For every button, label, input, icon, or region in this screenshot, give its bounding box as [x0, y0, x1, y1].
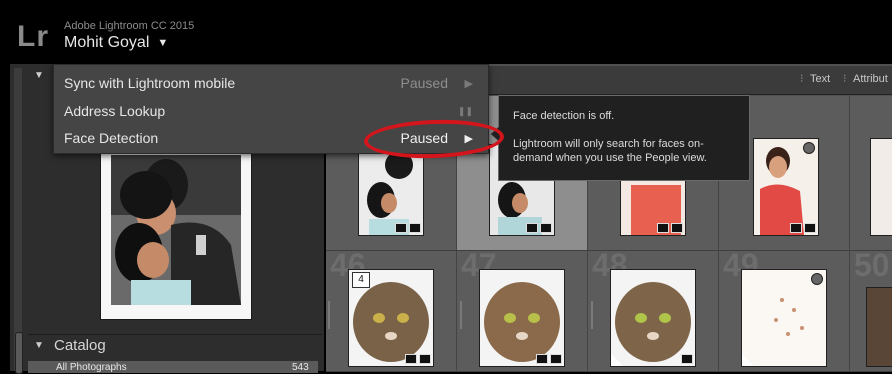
develop-badge-icon[interactable]	[550, 354, 562, 364]
stack-separator	[328, 301, 330, 329]
navigator-preview[interactable]	[100, 146, 252, 320]
collapse-triangle-icon[interactable]: ▼	[34, 340, 44, 351]
grid-cell[interactable]	[850, 96, 892, 251]
tooltip-description: Lightroom will only search for faces on-…	[513, 138, 707, 164]
collection-badge-icon[interactable]	[405, 354, 417, 364]
filter-text-tab[interactable]: Text	[810, 73, 830, 85]
grid-cell[interactable]: 49	[719, 251, 850, 372]
lightroom-logo: Lr	[17, 20, 49, 53]
grid-cell[interactable]: 46 4	[326, 251, 457, 372]
thumbnail-badges[interactable]	[657, 223, 683, 233]
collection-badge-icon[interactable]	[395, 223, 407, 233]
develop-badge-icon[interactable]	[540, 223, 552, 233]
thumbnail-badges[interactable]	[395, 223, 421, 233]
grid-cell[interactable]: 50	[850, 251, 892, 372]
identity-plate	[0, 0, 892, 64]
play-icon[interactable]: ▶	[465, 77, 473, 90]
develop-badge-icon[interactable]	[419, 354, 431, 364]
catalog-row-label: All Photographs	[56, 362, 127, 373]
thumbnail[interactable]	[741, 269, 827, 367]
grid-cell[interactable]: 47	[457, 251, 588, 372]
stack-separator	[591, 301, 593, 329]
menu-item-label: Face Detection	[64, 130, 159, 146]
thumbnail-photo	[611, 270, 695, 366]
cell-number: 50	[854, 251, 890, 283]
filter-separator: ⁝	[843, 73, 847, 85]
pause-icon[interactable]: ❚❚	[458, 106, 473, 117]
filter-attribute-tab[interactable]: Attribut	[853, 73, 888, 85]
thumbnail-badges[interactable]	[790, 223, 816, 233]
collection-badge-icon[interactable]	[657, 223, 669, 233]
catalog-row-count: 543	[292, 362, 309, 373]
thumbnail[interactable]	[620, 174, 686, 236]
virtual-copy-corner-icon	[611, 354, 623, 366]
thumbnail[interactable]	[870, 138, 892, 236]
thumbnail[interactable]: 4	[348, 269, 434, 367]
filter-separator: ⁝	[800, 73, 804, 85]
scrollbar-thumb[interactable]	[15, 332, 23, 374]
grid-cell[interactable]: 48	[588, 251, 719, 372]
develop-badge-icon[interactable]	[671, 223, 683, 233]
thumbnail[interactable]	[479, 269, 565, 367]
thumbnail-photo	[480, 270, 564, 366]
thumbnail-badges[interactable]	[681, 354, 693, 364]
stack-count-badge[interactable]: 4	[352, 272, 370, 288]
virtual-copy-corner-icon	[742, 354, 754, 366]
collection-badge-icon[interactable]	[681, 354, 693, 364]
develop-badge-icon[interactable]	[804, 223, 816, 233]
stack-separator	[460, 301, 462, 329]
thumbnail[interactable]	[610, 269, 696, 367]
collection-badge-icon[interactable]	[790, 223, 802, 233]
color-label-dot[interactable]	[803, 142, 815, 154]
product-name: Adobe Lightroom CC 2015	[64, 20, 195, 32]
preview-photo	[111, 155, 241, 305]
collapse-triangle-icon[interactable]: ▼	[34, 70, 44, 81]
thumbnail-badges[interactable]	[526, 223, 552, 233]
left-panel-scrollbar[interactable]	[14, 68, 23, 374]
menu-item-label: Address Lookup	[64, 103, 166, 119]
thumbnail-badges[interactable]	[405, 354, 431, 364]
thumbnail[interactable]	[866, 287, 892, 367]
face-detection-tooltip: Face detection is off. Lightroom will on…	[490, 95, 750, 181]
develop-badge-icon[interactable]	[409, 223, 421, 233]
thumbnail[interactable]	[753, 138, 819, 236]
user-name-menu[interactable]: Mohit Goyal ▼	[64, 34, 168, 52]
tooltip-line: Face detection is off.	[513, 110, 615, 122]
thumbnail-photo	[359, 145, 423, 235]
catalog-title: Catalog	[54, 337, 106, 354]
collection-badge-icon[interactable]	[526, 223, 538, 233]
thumbnail-badges[interactable]	[536, 354, 562, 364]
user-name: Mohit Goyal	[64, 34, 150, 51]
chevron-down-icon[interactable]: ▼	[157, 37, 168, 49]
menu-item-status: Paused	[400, 75, 448, 91]
menu-item-label: Sync with Lightroom mobile	[64, 75, 236, 91]
collection-badge-icon[interactable]	[536, 354, 548, 364]
menu-item-sync-mobile[interactable]: Sync with Lightroom mobile Paused ▶	[54, 69, 488, 97]
color-label-dot[interactable]	[811, 273, 823, 285]
